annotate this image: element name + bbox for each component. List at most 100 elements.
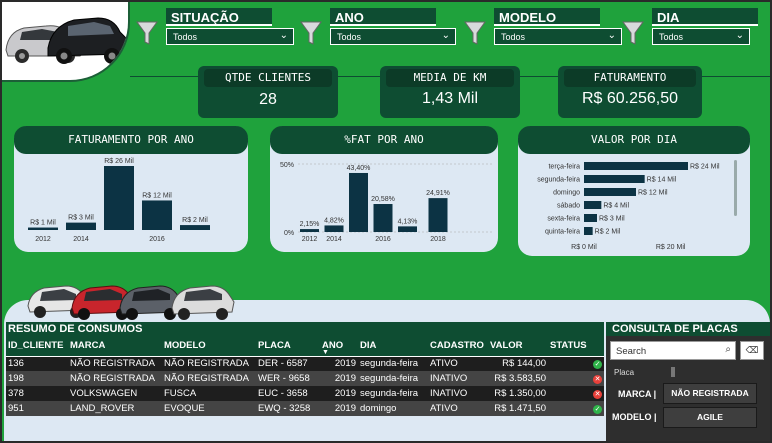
chevron-down-icon: ⌄ — [441, 30, 450, 41]
slicer-modelo-dropdown[interactable]: Todos ⌄ — [494, 28, 622, 45]
kpi-km-value: 1,43 Mil — [421, 90, 479, 107]
slicer-dia-title: DIA — [652, 8, 758, 26]
col-placa[interactable]: PLACA — [256, 336, 320, 357]
kpi-clientes-value: 28 — [259, 91, 277, 108]
dashboard-frame: SITUAÇÃO Todos ⌄ ANO Todos ⌄ MODELO Todos ⌄… — [0, 0, 772, 443]
check-icon: ✓ — [593, 360, 602, 370]
cell-id: 136 — [6, 356, 68, 371]
col-ano[interactable]: ANO ▼ — [320, 336, 358, 357]
scrollbar — [734, 160, 737, 216]
cell-modelo: EVOQUE — [162, 401, 256, 416]
tick-label: 2014 — [326, 236, 342, 243]
cars-image-icon — [5, 17, 128, 64]
data-label: 24,91% — [426, 190, 450, 197]
chevron-down-icon: ⌄ — [607, 30, 616, 41]
bar — [428, 198, 448, 232]
funnel-icon — [136, 21, 158, 45]
cell-dia: domingo — [358, 401, 428, 416]
col-marca[interactable]: MARCA — [68, 336, 162, 357]
cell-valor: R$ 144,00 — [488, 356, 548, 371]
data-label: R$ 1 Mil — [30, 220, 56, 227]
cell-status: ✕ — [548, 371, 604, 386]
cell-dia: segunda-feira — [358, 356, 428, 371]
card-fat-pct-por-ano: %FAT POR ANO 50% 0% 2,15% 4,82% 43,40% 20,58%… — [270, 126, 498, 252]
kpi-fat-value: R$ 60.256,50 — [581, 90, 679, 107]
data-label: R$ 12 Mil — [142, 192, 172, 199]
tick-label: R$ 0 Mil — [571, 244, 597, 251]
modelo-value[interactable]: AGILE — [663, 407, 757, 428]
card-faturamento-por-ano: FATURAMENTO POR ANO R$ 1 Mil R$ 3 Mil R$ 2… — [14, 126, 248, 252]
category-label: domingo — [553, 190, 580, 197]
funnel-icon — [622, 21, 644, 45]
bar — [66, 222, 96, 230]
kpi-qtde-clientes: QTDE CLIENTES 28 — [198, 66, 338, 118]
cell-ano: 2019 — [320, 386, 358, 401]
cell-marca: LAND_ROVER — [68, 401, 162, 416]
bar — [373, 204, 393, 232]
kpi-clientes-title: QTDE CLIENTES — [204, 69, 332, 87]
col-valor[interactable]: VALOR — [488, 336, 548, 357]
cell-placa: DER - 6587 — [256, 356, 320, 371]
chart-faturamento-por-ano: R$ 1 Mil R$ 3 Mil R$ 26 Mil R$ 12 Mil R$ 2 M… — [28, 158, 210, 243]
cell-modelo: FUSCA — [162, 386, 256, 401]
cell-marca: VOLKSWAGEN — [68, 386, 162, 401]
data-label: R$ 2 Mil — [595, 229, 621, 236]
bar — [349, 172, 368, 232]
data-label: 4,82% — [324, 217, 344, 224]
search-input[interactable]: Search ⌕ — [610, 341, 736, 360]
slicer-ano-dropdown[interactable]: Todos ⌄ — [330, 28, 456, 45]
cell-cadastro: ATIVO — [428, 356, 488, 371]
y-tick-label: 0% — [284, 230, 294, 237]
table-row[interactable]: 136 NÃO REGISTRADA NÃO REGISTRADA DER - … — [6, 356, 604, 371]
table-title: RESUMO DE CONSUMOS — [6, 322, 604, 336]
marca-label: MARCA | — [618, 389, 657, 399]
cell-id: 951 — [6, 401, 68, 416]
tick-label: 2012 — [35, 236, 51, 243]
cell-placa: EUC - 3658 — [256, 386, 320, 401]
data-label: 2,15% — [300, 221, 320, 228]
table-row[interactable]: 378 VOLKSWAGEN FUSCA EUC - 3658 2019 seg… — [6, 386, 604, 401]
table-row[interactable]: 951 LAND_ROVER EVOQUE EWQ - 3258 2019 do… — [6, 401, 604, 416]
modelo-label: MODELO | — [612, 412, 657, 422]
cars-lineup-icon — [27, 285, 235, 320]
data-label: R$ 4 Mil — [603, 203, 629, 210]
kpi-fat-title: FATURAMENTO — [564, 69, 696, 87]
slicer-situacao-dropdown[interactable]: Todos ⌄ — [166, 28, 294, 45]
col-modelo[interactable]: MODELO — [162, 336, 256, 357]
category-label: terça-feira — [548, 164, 580, 171]
cell-valor: R$ 1.350,00 — [488, 386, 548, 401]
category-label: sexta-feira — [547, 216, 580, 223]
tick-label: 2016 — [375, 236, 391, 243]
bar — [28, 227, 58, 230]
placa-label: Placa — [614, 368, 635, 377]
tick-label: 2018 — [430, 236, 446, 243]
data-label: R$ 14 Mil — [647, 177, 677, 184]
eraser-icon[interactable]: ⌫ — [740, 341, 764, 360]
y-tick-label: 50% — [280, 162, 294, 169]
data-label: 43,40% — [347, 165, 371, 172]
bar — [300, 229, 319, 232]
bar — [584, 162, 688, 170]
tick-label: 2012 — [302, 236, 318, 243]
data-label: R$ 3 Mil — [599, 216, 625, 223]
cell-modelo: NÃO REGISTRADA — [162, 371, 256, 386]
chevron-down-icon: ⌄ — [735, 30, 744, 41]
cell-status: ✓ — [548, 356, 604, 371]
bar — [180, 225, 210, 230]
slicer-dia-dropdown[interactable]: Todos ⌄ — [652, 28, 750, 45]
category-label: quinta-feira — [545, 229, 580, 236]
table-row[interactable]: 198 NÃO REGISTRADA NÃO REGISTRADA WER - … — [6, 371, 604, 386]
bar — [584, 188, 636, 196]
consumos-table: ID_CLIENTE MARCA MODELO PLACA ANO ▼ DIA C… — [6, 336, 604, 416]
slicer-dia-value: Todos — [659, 32, 684, 42]
bar — [142, 200, 172, 230]
col-cadastro[interactable]: CADASTRO — [428, 336, 488, 357]
col-dia[interactable]: DIA — [358, 336, 428, 357]
slicer-situacao-value: Todos — [173, 32, 198, 42]
placa-toggle[interactable] — [671, 367, 675, 377]
col-id-cliente[interactable]: ID_CLIENTE — [6, 336, 68, 357]
col-status[interactable]: STATUS — [548, 336, 604, 357]
cell-marca: NÃO REGISTRADA — [68, 371, 162, 386]
cell-dia: segunda-feira — [358, 386, 428, 401]
marca-value[interactable]: NÃO REGISTRADA — [663, 383, 757, 404]
